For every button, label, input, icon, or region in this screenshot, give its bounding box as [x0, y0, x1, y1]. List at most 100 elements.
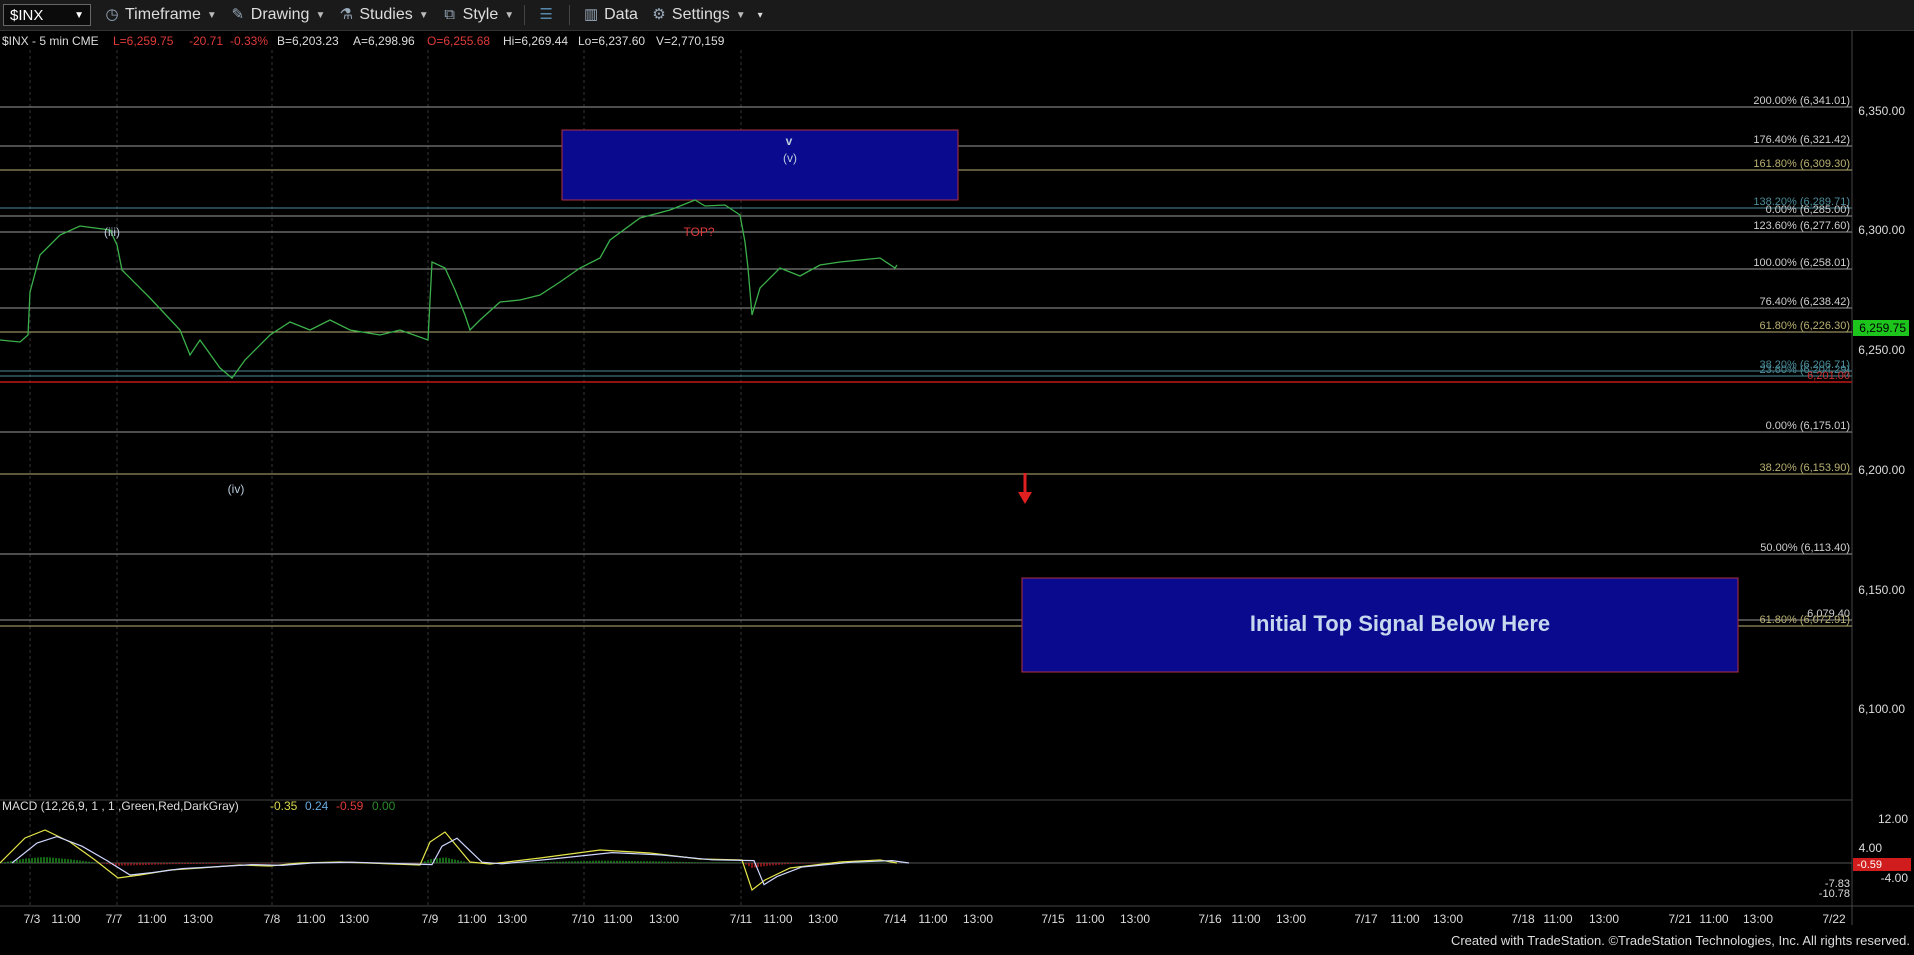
time-tick: 7/14 — [883, 912, 907, 926]
header-change: -20.71 — [189, 34, 223, 48]
more-button[interactable]: ▾ — [758, 10, 763, 21]
drawing-menu[interactable]: ✎ Drawing ▼ — [229, 6, 326, 24]
header-volume: V=2,770,159 — [656, 34, 725, 48]
timeframe-label: Timeframe — [125, 6, 201, 23]
fib-label: 0.00% (6,175.01) — [1766, 420, 1850, 432]
time-tick: 13:00 — [808, 912, 838, 926]
wave-iv-label: (iv) — [228, 482, 245, 496]
time-tick: 13:00 — [963, 912, 993, 926]
timeframe-menu[interactable]: ◷ Timeframe ▼ — [103, 6, 217, 24]
data-label: Data — [604, 6, 638, 23]
header-bid: B=6,203.23 — [277, 34, 339, 48]
chevron-down-icon[interactable]: ▼ — [74, 10, 84, 21]
time-tick: 7/11 — [730, 912, 753, 926]
header-open: O=6,255.68 — [427, 34, 490, 48]
last-price-value: 6,259.75 — [1859, 321, 1906, 335]
wave-iii-label: (iii) — [104, 225, 120, 239]
macd-tick: -4.00 — [1881, 871, 1909, 885]
top-label: TOP? — [683, 225, 714, 239]
more-icon: ▾ — [757, 9, 763, 21]
time-tick: 13:00 — [183, 912, 213, 926]
macd-value: -0.35 — [270, 799, 298, 813]
time-tick: 11:00 — [918, 912, 947, 926]
fib-label: 0.00% (6,285.00) — [1766, 204, 1850, 216]
settings-label: Settings — [671, 6, 730, 23]
time-tick: 7/8 — [264, 912, 281, 926]
price-tick: 6,200.00 — [1858, 463, 1905, 477]
fib-label: 6,201.00 — [1807, 370, 1850, 382]
style-icon: ⧉ — [444, 6, 455, 23]
macd-zero-value: 0.00 — [372, 799, 396, 813]
time-tick: 7/17 — [1354, 912, 1378, 926]
studies-menu[interactable]: ⚗ Studies ▼ — [337, 6, 429, 24]
fib-label: 200.00% (6,341.01) — [1753, 95, 1850, 107]
price-series — [0, 199, 898, 379]
time-tick: 11:00 — [763, 912, 792, 926]
header-low: Lo=6,237.60 — [578, 34, 645, 48]
time-tick: 11:00 — [296, 912, 325, 926]
time-tick: 11:00 — [1231, 912, 1260, 926]
time-tick: 13:00 — [1589, 912, 1619, 926]
macd-label: MACD (12,26,9, 1 , 1 ,Green,Red,DarkGray… — [2, 799, 239, 813]
down-arrow-icon — [1018, 473, 1032, 504]
toolbar-divider — [524, 5, 526, 25]
time-tick: 7/16 — [1198, 912, 1222, 926]
time-tick: 7/15 — [1041, 912, 1065, 926]
price-axis: 6,350.00 6,300.00 6,250.00 6,200.00 6,15… — [1853, 104, 1909, 716]
clock-icon: ◷ — [105, 6, 119, 23]
time-tick: 13:00 — [649, 912, 679, 926]
time-tick: 7/7 — [106, 912, 123, 926]
time-tick: 11:00 — [1699, 912, 1728, 926]
toolbar-divider — [569, 5, 571, 25]
time-axis: 7/3 11:00 7/7 11:00 13:00 7/8 11:00 13:00 7/9 11:… — [24, 912, 1846, 926]
fib-label: 100.00% (6,258.01) — [1753, 257, 1850, 269]
time-tick: 13:00 — [1120, 912, 1150, 926]
time-tick: 7/18 — [1511, 912, 1535, 926]
chevron-down-icon: ▼ — [418, 9, 429, 21]
time-tick: 7/10 — [571, 912, 595, 926]
time-tick: 7/22 — [1822, 912, 1846, 926]
fib-label: 50.00% (6,113.40) — [1760, 542, 1850, 554]
fib-label: 61.80% (6,226.30) — [1759, 320, 1850, 332]
chart-area[interactable]: $INX - 5 min CME L=6,259.75 -20.71 -0.33… — [0, 30, 1914, 950]
header-ask: A=6,298.96 — [353, 34, 415, 48]
header-change-pct: -0.33% — [230, 34, 268, 48]
time-tick: 7/3 — [24, 912, 41, 926]
symbol-selector[interactable]: $INX ▼ — [3, 4, 91, 26]
chevron-down-icon: ▼ — [504, 9, 515, 21]
pencil-icon: ✎ — [231, 6, 245, 23]
layout-icon: ☰ — [539, 6, 553, 23]
fib-label: 176.40% (6,321.42) — [1753, 134, 1850, 146]
time-tick: 7/9 — [422, 912, 439, 926]
chevron-down-icon: ▼ — [206, 9, 217, 21]
price-tick: 6,250.00 — [1858, 343, 1905, 357]
drawing-label: Drawing — [250, 6, 310, 23]
wave-v-paren-label: (v) — [783, 151, 797, 165]
settings-menu[interactable]: ⚙ Settings ▼ — [650, 6, 746, 24]
fib-label: 161.80% (6,309.30) — [1753, 158, 1850, 170]
flask-icon: ⚗ — [339, 6, 354, 23]
price-tick: 6,300.00 — [1858, 223, 1905, 237]
time-tick: 7/21 — [1668, 912, 1692, 926]
macd-tick: 12.00 — [1878, 812, 1908, 826]
macd-histogram — [1, 857, 894, 868]
time-tick: 11:00 — [1543, 912, 1572, 926]
data-menu[interactable]: ▥ Data — [582, 6, 638, 24]
chevron-down-icon: ▼ — [315, 9, 326, 21]
bar-chart-icon: ▥ — [584, 6, 599, 23]
target-zone-box[interactable] — [561, 129, 959, 201]
header-symbol: $INX - 5 min CME — [2, 34, 99, 48]
chart-svg[interactable]: $INX - 5 min CME L=6,259.75 -20.71 -0.33… — [0, 30, 1914, 950]
time-tick: 13:00 — [497, 912, 527, 926]
layout-button[interactable]: ☰ — [537, 6, 559, 24]
price-tick: 6,150.00 — [1858, 583, 1905, 597]
fib-label: 38.20% (6,153.90) — [1759, 462, 1850, 474]
fib-label: 76.40% (6,238.42) — [1759, 296, 1850, 308]
fib-label: 61.80% (6,072.91) — [1759, 614, 1850, 626]
style-menu[interactable]: ⧉ Style ▼ — [441, 6, 514, 24]
macd-signal-line — [11, 835, 910, 886]
chevron-down-icon: ▼ — [735, 9, 746, 21]
macd-hist-value: -0.59 — [336, 799, 364, 813]
signal-zone-label: Initial Top Signal Below Here — [1250, 611, 1550, 636]
footer-copyright: Created with TradeStation. ©TradeStation… — [1450, 933, 1910, 948]
